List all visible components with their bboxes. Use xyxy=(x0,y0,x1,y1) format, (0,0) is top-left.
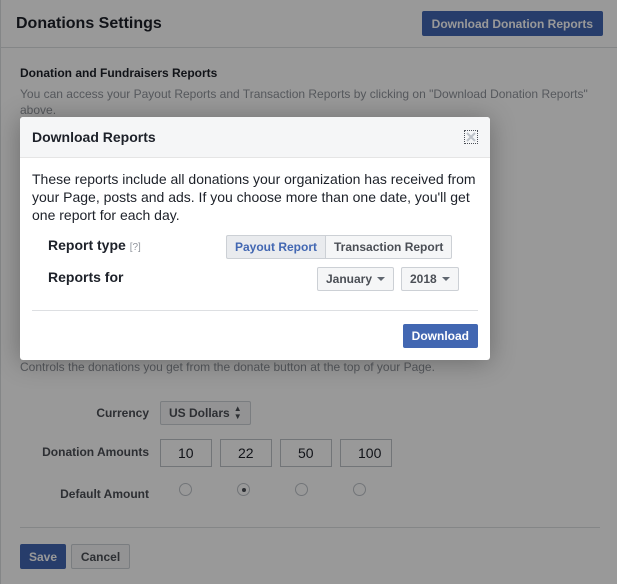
dialog-description: These reports include all donations your… xyxy=(32,171,476,223)
transaction-report-tab[interactable]: Transaction Report xyxy=(325,235,453,259)
month-dropdown[interactable]: January xyxy=(317,267,395,291)
help-icon[interactable]: [?] xyxy=(130,242,141,253)
dialog-title: Download Reports xyxy=(32,129,156,145)
chevron-down-icon xyxy=(377,277,386,281)
close-icon xyxy=(466,132,476,142)
year-value: 2018 xyxy=(410,272,437,286)
report-type-toggle: Payout Report Transaction Report xyxy=(226,235,453,259)
chevron-down-icon xyxy=(441,277,450,281)
report-type-label-text: Report type xyxy=(48,237,126,253)
download-reports-dialog: Download Reports These reports include a… xyxy=(20,117,490,360)
reports-for-label: Reports for xyxy=(48,269,124,285)
dialog-divider xyxy=(32,310,478,311)
download-button[interactable]: Download xyxy=(402,324,478,348)
payout-report-tab[interactable]: Payout Report xyxy=(226,235,326,259)
month-value: January xyxy=(326,272,373,286)
report-type-label: Report type [?] xyxy=(48,237,141,253)
year-dropdown[interactable]: 2018 xyxy=(401,267,459,291)
close-button[interactable] xyxy=(464,130,478,144)
dialog-header: Download Reports xyxy=(20,117,490,158)
